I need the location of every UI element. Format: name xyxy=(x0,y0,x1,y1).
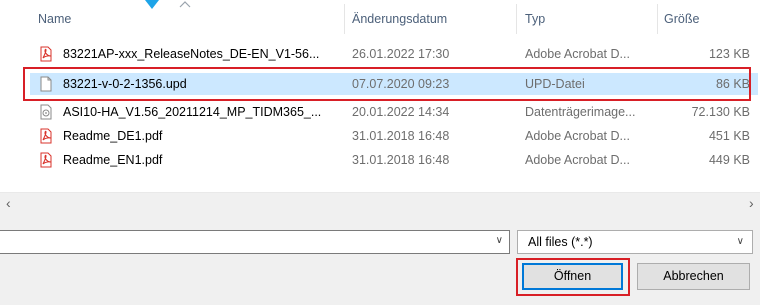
selected-file-highlight xyxy=(23,67,751,101)
file-type-filter[interactable]: All files (*.*) ∨ xyxy=(517,230,753,254)
file-row[interactable]: Readme_DE1.pdf 31.01.2018 16:48 Adobe Acro… xyxy=(30,125,758,147)
sort-ascending-icon xyxy=(179,1,191,8)
file-type-filter-value: All files (*.*) xyxy=(528,235,593,249)
file-name: ASI10-HA_V1.56_20211214_MP_TIDM365_... xyxy=(63,105,322,119)
file-name: Readme_DE1.pdf xyxy=(63,129,163,143)
pdf-icon xyxy=(38,128,54,144)
file-row[interactable]: ASI10-HA_V1.56_20211214_MP_TIDM365_... 20… xyxy=(30,101,758,123)
file-name: Readme_EN1.pdf xyxy=(63,153,163,167)
column-divider[interactable] xyxy=(657,4,658,34)
open-button[interactable]: Öffnen xyxy=(522,263,623,290)
column-divider[interactable] xyxy=(516,4,517,34)
pdf-icon xyxy=(38,152,54,168)
file-date: 20.01.2022 14:34 xyxy=(352,105,450,119)
file-type: Datenträgerimage... xyxy=(525,105,636,119)
file-size: 72.130 KB xyxy=(691,105,750,119)
file-type: Adobe Acrobat D... xyxy=(525,47,630,61)
column-header-name[interactable]: Name xyxy=(38,12,71,26)
file-size: 449 KB xyxy=(708,153,750,167)
file-type: Adobe Acrobat D... xyxy=(525,129,630,143)
file-date: 31.01.2018 16:48 xyxy=(352,153,450,167)
column-header-size[interactable]: Größe xyxy=(664,12,699,26)
file-name: 83221AP-xxx_ReleaseNotes_DE-EN_V1-56... xyxy=(63,47,320,61)
column-divider[interactable] xyxy=(344,4,345,34)
disk-image-icon xyxy=(38,104,54,120)
column-header-date[interactable]: Änderungsdatum xyxy=(352,12,447,26)
cancel-button[interactable]: Abbrechen xyxy=(637,263,750,290)
file-size: 451 KB xyxy=(708,129,750,143)
pdf-icon xyxy=(38,46,54,62)
scroll-right-icon[interactable]: › xyxy=(749,195,754,211)
column-header-type[interactable]: Typ xyxy=(525,12,545,26)
file-size: 123 KB xyxy=(708,47,750,61)
file-type: Adobe Acrobat D... xyxy=(525,153,630,167)
file-date: 26.01.2022 17:30 xyxy=(352,47,450,61)
chevron-down-icon[interactable]: ∨ xyxy=(496,235,503,246)
dialog-footer: ∨ All files (*.*) ∨ Öffnen Abbrechen xyxy=(0,213,760,305)
horizontal-scrollbar[interactable]: ‹ › xyxy=(0,192,760,213)
filename-combobox[interactable]: ∨ xyxy=(0,230,510,254)
column-header-bar: Name Änderungsdatum Typ Größe xyxy=(0,0,760,40)
scroll-left-icon[interactable]: ‹ xyxy=(6,195,11,211)
file-date: 31.01.2018 16:48 xyxy=(352,129,450,143)
file-row[interactable]: Readme_EN1.pdf 31.01.2018 16:48 Adobe Acro… xyxy=(30,149,758,171)
annotation-marker xyxy=(145,0,159,9)
file-row[interactable]: 83221AP-xxx_ReleaseNotes_DE-EN_V1-56... 2… xyxy=(30,43,758,65)
chevron-down-icon[interactable]: ∨ xyxy=(737,236,744,247)
